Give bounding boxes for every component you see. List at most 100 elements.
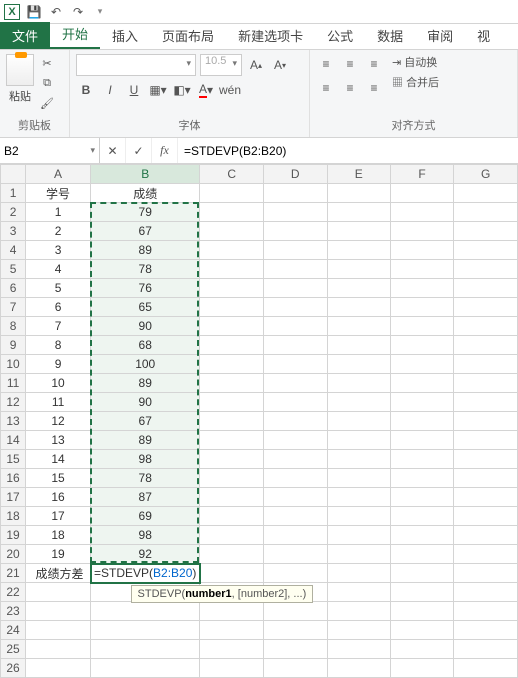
select-all-corner[interactable] [1, 165, 26, 184]
cell-C10[interactable] [200, 355, 264, 374]
cell-B11[interactable]: 89 [91, 374, 200, 393]
tab-home[interactable]: 开始 [50, 20, 100, 49]
cell-E21[interactable] [327, 564, 390, 583]
cell-E15[interactable] [327, 450, 390, 469]
row-header-6[interactable]: 6 [1, 279, 26, 298]
cell-E3[interactable] [327, 222, 390, 241]
cell-E1[interactable] [327, 184, 390, 203]
row-header-1[interactable]: 1 [1, 184, 26, 203]
align-top-icon[interactable]: ≡ [316, 54, 336, 74]
cell-F10[interactable] [390, 355, 453, 374]
cell-C18[interactable] [200, 507, 264, 526]
col-header-D[interactable]: D [263, 165, 327, 184]
cell-A3[interactable]: 2 [26, 222, 91, 241]
cell-F12[interactable] [390, 393, 453, 412]
cell-G5[interactable] [454, 260, 518, 279]
cell-C16[interactable] [200, 469, 264, 488]
cell-E26[interactable] [327, 659, 390, 678]
cell-F2[interactable] [390, 203, 453, 222]
cell-F8[interactable] [390, 317, 453, 336]
cell-B16[interactable]: 78 [91, 469, 200, 488]
cell-F16[interactable] [390, 469, 453, 488]
row-header-15[interactable]: 15 [1, 450, 26, 469]
cell-D20[interactable] [263, 545, 327, 564]
cell-F11[interactable] [390, 374, 453, 393]
cell-E17[interactable] [327, 488, 390, 507]
cut-icon[interactable]: ✂ [38, 54, 56, 72]
row-header-12[interactable]: 12 [1, 393, 26, 412]
cell-A6[interactable]: 5 [26, 279, 91, 298]
row-header-18[interactable]: 18 [1, 507, 26, 526]
cell-C2[interactable] [200, 203, 264, 222]
cell-G16[interactable] [454, 469, 518, 488]
cell-D2[interactable] [263, 203, 327, 222]
cell-F9[interactable] [390, 336, 453, 355]
align-middle-icon[interactable]: ≡ [340, 54, 360, 74]
cell-A23[interactable] [26, 602, 91, 621]
cell-F22[interactable] [390, 583, 453, 602]
cell-C9[interactable] [200, 336, 264, 355]
row-header-22[interactable]: 22 [1, 583, 26, 602]
cell-D4[interactable] [263, 241, 327, 260]
row-header-20[interactable]: 20 [1, 545, 26, 564]
cell-A8[interactable]: 7 [26, 317, 91, 336]
cell-B8[interactable]: 90 [91, 317, 200, 336]
row-header-13[interactable]: 13 [1, 412, 26, 431]
cell-A21[interactable]: 成绩方差 [26, 564, 91, 583]
tab-insert[interactable]: 插入 [100, 22, 150, 49]
cell-G3[interactable] [454, 222, 518, 241]
cell-A26[interactable] [26, 659, 91, 678]
wrap-text-button[interactable]: ⇥ 自动换 [392, 54, 439, 70]
cell-E7[interactable] [327, 298, 390, 317]
cell-B19[interactable]: 98 [91, 526, 200, 545]
cell-D9[interactable] [263, 336, 327, 355]
cell-B17[interactable]: 87 [91, 488, 200, 507]
row-header-26[interactable]: 26 [1, 659, 26, 678]
cell-A4[interactable]: 3 [26, 241, 91, 260]
paste-button[interactable]: 粘贴 [6, 54, 34, 112]
fx-icon[interactable]: fx [152, 138, 178, 163]
cell-F21[interactable] [390, 564, 453, 583]
row-header-17[interactable]: 17 [1, 488, 26, 507]
row-header-11[interactable]: 11 [1, 374, 26, 393]
cancel-icon[interactable]: ✕ [100, 138, 126, 163]
row-header-14[interactable]: 14 [1, 431, 26, 450]
border-button[interactable]: ▦▾ [148, 80, 168, 100]
row-header-5[interactable]: 5 [1, 260, 26, 279]
cell-F13[interactable] [390, 412, 453, 431]
cell-E23[interactable] [327, 602, 390, 621]
cell-G7[interactable] [454, 298, 518, 317]
cell-D7[interactable] [263, 298, 327, 317]
cell-A20[interactable]: 19 [26, 545, 91, 564]
cell-A19[interactable]: 18 [26, 526, 91, 545]
cell-F4[interactable] [390, 241, 453, 260]
cell-E25[interactable] [327, 640, 390, 659]
align-right-icon[interactable]: ≡ [364, 78, 384, 98]
spreadsheet-grid[interactable]: ABCDEFG1学号成绩2179326743895478657676658790… [0, 164, 518, 678]
cell-A17[interactable]: 16 [26, 488, 91, 507]
col-header-F[interactable]: F [390, 165, 453, 184]
merge-center-button[interactable]: ▦ 合并后 [392, 74, 439, 90]
row-header-10[interactable]: 10 [1, 355, 26, 374]
cell-C21[interactable] [200, 564, 264, 583]
font-color-button[interactable]: A▾ [196, 80, 216, 100]
cell-C1[interactable] [200, 184, 264, 203]
fill-color-button[interactable]: ◧▾ [172, 80, 192, 100]
row-header-16[interactable]: 16 [1, 469, 26, 488]
cell-C26[interactable] [200, 659, 264, 678]
formula-input[interactable]: =STDEVP(B2:B20) [178, 138, 518, 163]
cell-F19[interactable] [390, 526, 453, 545]
cell-F3[interactable] [390, 222, 453, 241]
undo-icon[interactable]: ↶ [48, 4, 64, 20]
cell-D12[interactable] [263, 393, 327, 412]
cell-E6[interactable] [327, 279, 390, 298]
cell-E13[interactable] [327, 412, 390, 431]
cell-D3[interactable] [263, 222, 327, 241]
cell-D1[interactable] [263, 184, 327, 203]
cell-A9[interactable]: 8 [26, 336, 91, 355]
cell-D14[interactable] [263, 431, 327, 450]
cell-B21[interactable]: =STDEVP(B2:B20) [91, 564, 200, 583]
cell-A10[interactable]: 9 [26, 355, 91, 374]
cell-F18[interactable] [390, 507, 453, 526]
row-header-3[interactable]: 3 [1, 222, 26, 241]
